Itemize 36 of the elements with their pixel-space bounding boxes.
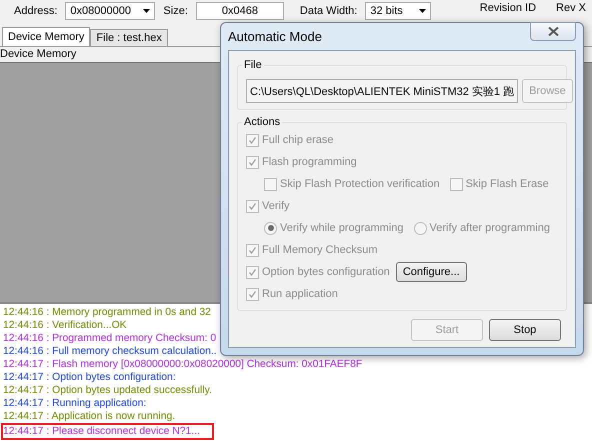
- log-line: 12:44:16 : Verification...OK: [3, 319, 127, 332]
- log-line: 12:44:16 : Full memory checksum calculation..: [3, 345, 217, 358]
- size-label: Size:: [163, 5, 188, 17]
- log-line: 12:44:17 : Flash memory [0x08000000:0x08020000] Checksum: 0x01FAEF8F: [3, 358, 362, 371]
- checkmark-icon: [248, 268, 257, 276]
- log-line: 12:44:16 : Programmed memory Checksum: 0: [3, 332, 216, 345]
- checkmark-icon: [248, 246, 257, 254]
- log-line: 12:44:17 : Application is now running.: [3, 410, 176, 423]
- caret-icon: [419, 9, 426, 13]
- log-line: 12:44:17 : Option bytes configuration:: [3, 371, 176, 384]
- log-line: 12:44:17 : Running application:: [3, 397, 146, 410]
- data-width-dropdown[interactable]: 32 bits: [365, 2, 432, 20]
- log-line: 12:44:16 : Memory programmed in 0s and 32: [3, 306, 211, 319]
- dialog-title: Automatic Mode: [228, 29, 322, 44]
- close-button[interactable]: [530, 22, 576, 41]
- checkmark-icon: [248, 202, 257, 210]
- checkmark-icon: [248, 290, 257, 298]
- address-dropdown[interactable]: 0x08000000: [65, 2, 156, 20]
- size-field[interactable]: 0x0468: [196, 2, 284, 20]
- log-line: 12:44:17 : Option bytes updated successfully.: [3, 384, 212, 397]
- revision-value: Rev X: [556, 2, 586, 14]
- path-field[interactable]: C:\Users\QL\Desktop\ALIENTEK MiniSTM32 实验1 跑: [246, 79, 518, 103]
- checkmark-icon: [248, 158, 257, 166]
- address-label: Address:: [14, 5, 58, 17]
- close-icon: [548, 27, 558, 36]
- group-title: File: [242, 59, 264, 71]
- data-width-label: Data Width:: [300, 5, 358, 17]
- radio-dot-icon: [268, 225, 274, 231]
- checkmark-icon: [248, 136, 257, 144]
- caret-icon: [143, 9, 150, 13]
- panel-title: Device Memory: [0, 47, 76, 62]
- dialog-button[interactable]: Stop: [489, 319, 561, 341]
- group-title: Actions: [242, 116, 282, 128]
- tab[interactable]: File : test.hex: [90, 29, 168, 46]
- tab[interactable]: Device Memory: [2, 27, 90, 46]
- revision-label: Revision ID: [480, 2, 536, 14]
